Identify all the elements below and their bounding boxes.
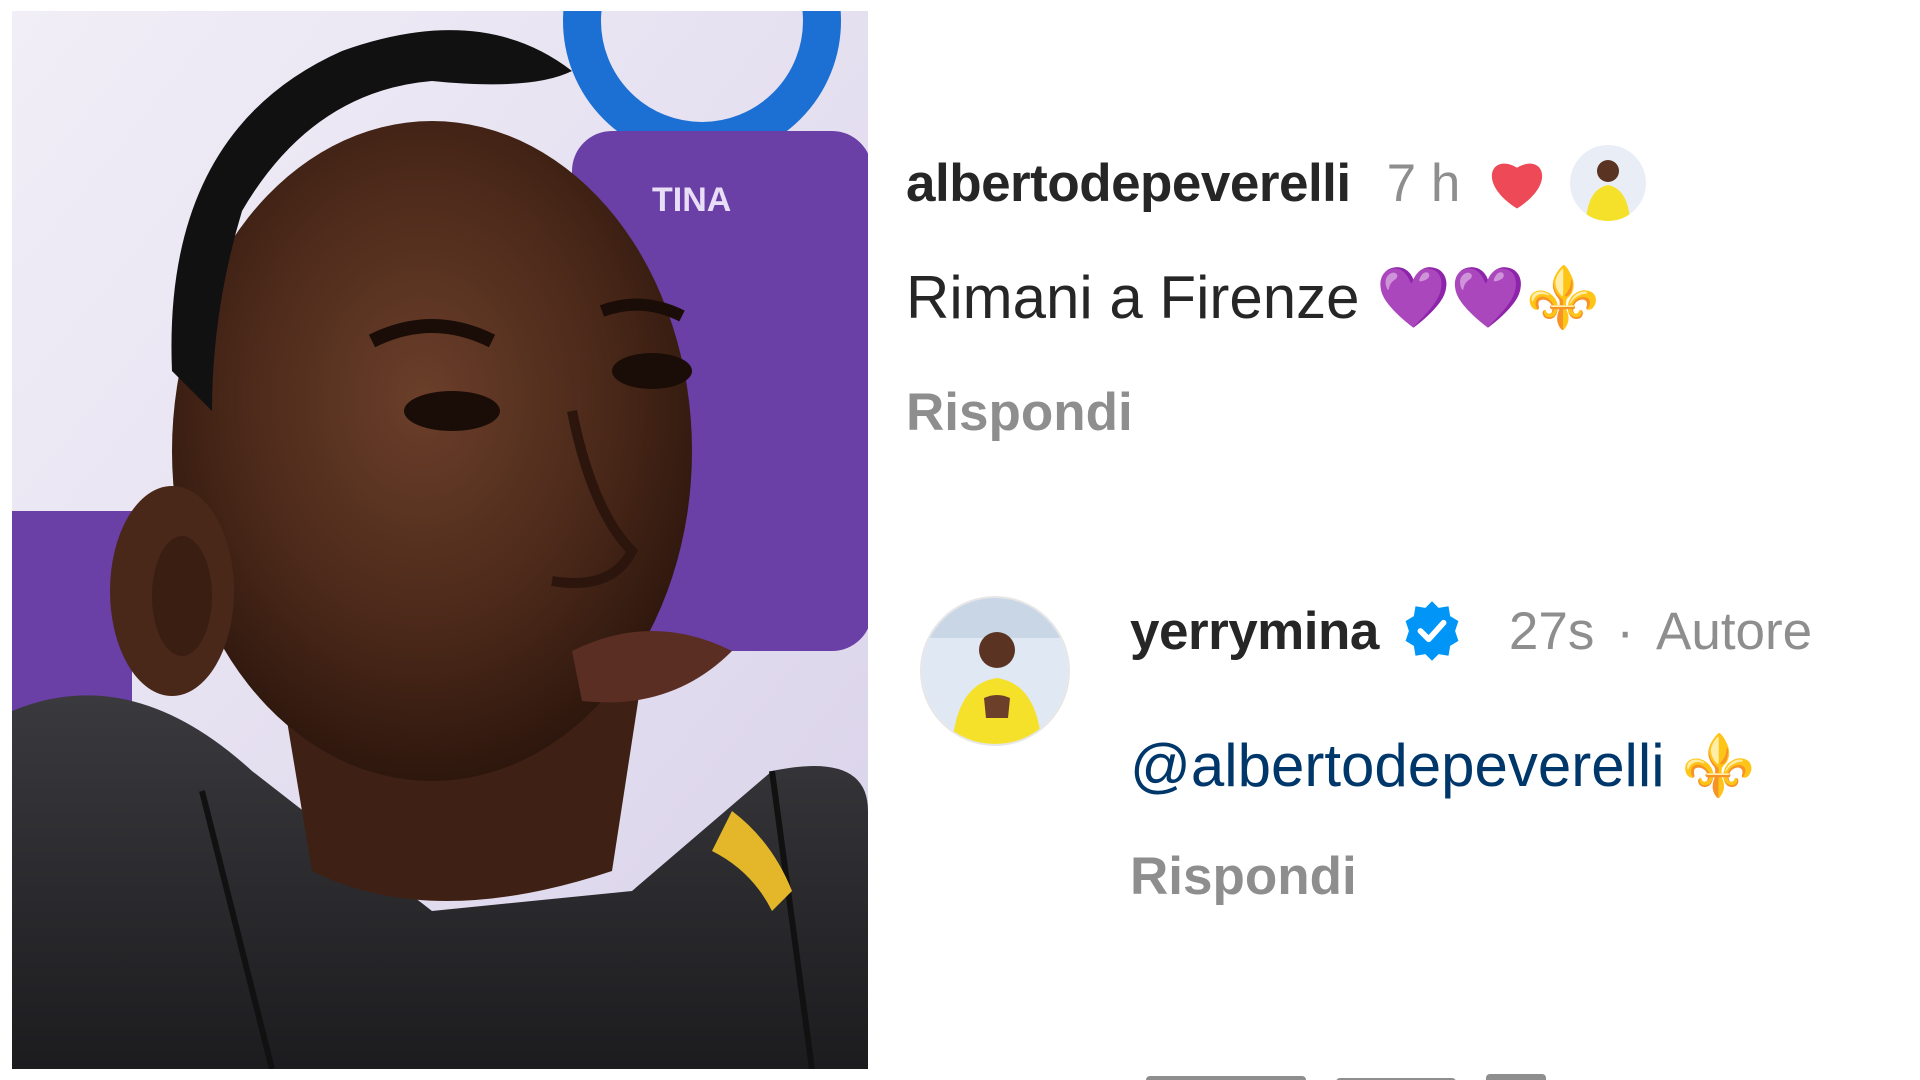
svg-text:TINA: TINA <box>652 181 731 219</box>
comment-2-text: @albertodepeverelli ⚜️ <box>1130 730 1756 801</box>
comment-1-body: Rimani a Firenze <box>906 264 1360 331</box>
comment-1-reply-button[interactable]: Rispondi <box>906 382 1133 443</box>
comment-thread: albertodepeverelli 7 h Rimani a Firenze … <box>868 0 1920 1080</box>
heart-icon[interactable] <box>1486 155 1548 211</box>
verified-badge-icon <box>1399 598 1465 664</box>
comment-2-reply-button[interactable]: Rispondi <box>1130 846 1357 907</box>
comment-1-emoji: 💜💜⚜️ <box>1376 264 1601 331</box>
comment-2-time: 27s <box>1508 601 1595 661</box>
author-liked-avatar <box>1570 145 1647 221</box>
author-label: Autore <box>1656 601 1813 661</box>
comment-2-emoji: ⚜️ <box>1681 732 1756 799</box>
comment-2-mention-link[interactable]: @albertodepeverelli <box>1130 732 1665 799</box>
comment-1-time: 7 h <box>1386 153 1461 213</box>
comment-2-header: yerrymina 27s · Autore <box>1130 598 1812 664</box>
next-comment-cutoff <box>1036 1062 1896 1080</box>
comment-2-avatar[interactable] <box>920 596 1070 746</box>
comment-1-text: Rimani a Firenze 💜💜⚜️ <box>906 262 1600 333</box>
comment-1-header: albertodepeverelli 7 h <box>906 145 1647 221</box>
player-photo: TINA <box>12 11 868 1069</box>
comment-1-username[interactable]: albertodepeverelli <box>906 153 1351 214</box>
player-portrait-image: TINA <box>12 11 868 1069</box>
meta-separator: · <box>1616 601 1634 661</box>
comment-2-username[interactable]: yerrymina <box>1130 601 1379 662</box>
